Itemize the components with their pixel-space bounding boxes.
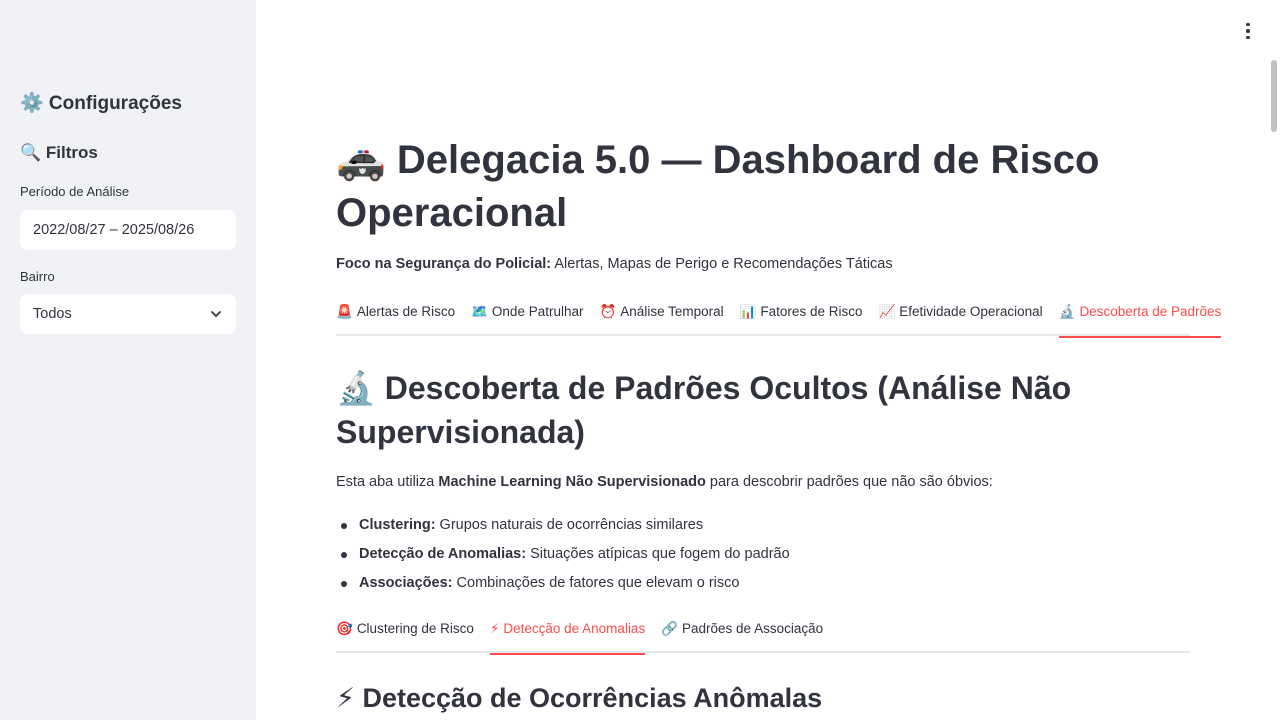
chevron-down-icon (211, 311, 221, 317)
neighborhood-value: Todos (33, 306, 72, 322)
filters-heading: 🔍 Filtros (20, 143, 98, 162)
tab-descoberta-de-padroes[interactable]: 🔬 Descoberta de Padrões (1058, 298, 1222, 338)
tab-alertas-de-risco[interactable]: 🚨 Alertas de Risco (336, 298, 455, 336)
neighborhood-select[interactable]: Todos (20, 294, 236, 334)
subtab-clustering[interactable]: 🎯 Clustering de Risco (336, 615, 474, 653)
subtab-label: Detecção de Anomalias (503, 621, 646, 636)
lightning-icon: ⚡ (489, 621, 500, 636)
intro-prefix: Esta aba utiliza (336, 474, 439, 490)
scrollbar[interactable] (1271, 60, 1277, 132)
bullet-text: Combinações de fatores que elevam o risc… (452, 575, 740, 591)
tab-label: Onde Patrulhar (491, 304, 584, 319)
subtab-label: Clustering de Risco (356, 621, 474, 636)
tab-fatores-de-risco[interactable]: 📊 Fatores de Risco (740, 298, 863, 336)
tab-label: Efetividade Operacional (899, 304, 1043, 319)
list-item: Detecção de Anomalias: Situações atípica… (336, 543, 790, 572)
tab-onde-patrulhar[interactable]: 🗺️ Onde Patrulhar (471, 298, 583, 336)
bar-chart-icon: 📊 (739, 304, 757, 319)
subtab-associacao[interactable]: 🔗 Padrões de Associação (661, 615, 823, 653)
list-item: Associações: Combinações de fatores que … (336, 572, 790, 601)
link-icon: 🔗 (661, 621, 679, 636)
bullet-bold: Associações: (359, 575, 453, 591)
bullet-text: Grupos naturais de ocorrências similares (435, 517, 704, 533)
intro-paragraph: Esta aba utiliza Machine Learning Não Su… (336, 474, 993, 490)
subtab-label: Padrões de Associação (682, 621, 824, 636)
list-item: Clustering: Grupos naturais de ocorrênci… (336, 514, 790, 543)
page-title: 🚓 Delegacia 5.0 — Dashboard de Risco Ope… (336, 138, 1100, 235)
page-subtitle: Foco na Segurança do Policial: Alertas, … (336, 256, 893, 272)
intro-suffix: para descobrir padrões que não são óbvio… (705, 474, 993, 490)
tab-label: Descoberta de Padrões (1079, 304, 1222, 319)
section-title: 🔬 Descoberta de Padrões Ocultos (Análise… (336, 370, 1072, 450)
target-icon: 🎯 (336, 621, 353, 636)
microscope-icon: 🔬 (1058, 304, 1076, 319)
period-label: Período de Análise (20, 184, 130, 199)
bullet-list: Clustering: Grupos naturais de ocorrênci… (336, 514, 790, 601)
period-date-input[interactable]: 2022/08/27 – 2025/08/26 (20, 210, 236, 250)
tab-label: Alertas de Risco (356, 304, 456, 319)
subtitle-bold: Foco na Segurança do Policial: (336, 256, 552, 272)
subsection-title: ⚡ Detecção de Ocorrências Anômalas (336, 683, 823, 713)
sidebar: ⚙️ Configurações 🔍 Filtros Período de An… (0, 0, 256, 720)
intro-bold: Machine Learning Não Supervisionado (438, 474, 706, 490)
siren-icon: 🚨 (336, 304, 353, 319)
tab-analise-temporal[interactable]: ⏰ Análise Temporal (599, 298, 723, 336)
main-menu-icon[interactable] (1240, 20, 1256, 42)
main-tabs: 🚨 Alertas de Risco 🗺️ Onde Patrulhar ⏰ Anál… (336, 298, 1221, 338)
period-value: 2022/08/27 – 2025/08/26 (33, 222, 195, 238)
bullet-text: Situações atípicas que fogem do padrão (526, 546, 790, 562)
subtitle-rest: Alertas, Mapas de Perigo e Recomendações… (551, 256, 893, 272)
bullet-bold: Detecção de Anomalias: (359, 546, 527, 562)
tab-efetividade-operacional[interactable]: 📈 Efetividade Operacional (878, 298, 1042, 336)
tab-label: Análise Temporal (620, 304, 724, 319)
trend-up-icon: 📈 (878, 304, 896, 319)
tab-label: Fatores de Risco (760, 304, 863, 319)
neighborhood-label: Bairro (20, 269, 55, 284)
bullet-bold: Clustering: (359, 517, 436, 533)
settings-heading: ⚙️ Configurações (20, 93, 182, 114)
subtab-anomalias[interactable]: ⚡ Detecção de Anomalias (489, 615, 646, 655)
alarm-clock-icon: ⏰ (599, 304, 617, 319)
map-icon: 🗺️ (471, 304, 488, 319)
sub-tabs: 🎯 Clustering de Risco ⚡ Detecção de Anomal… (336, 615, 1190, 655)
